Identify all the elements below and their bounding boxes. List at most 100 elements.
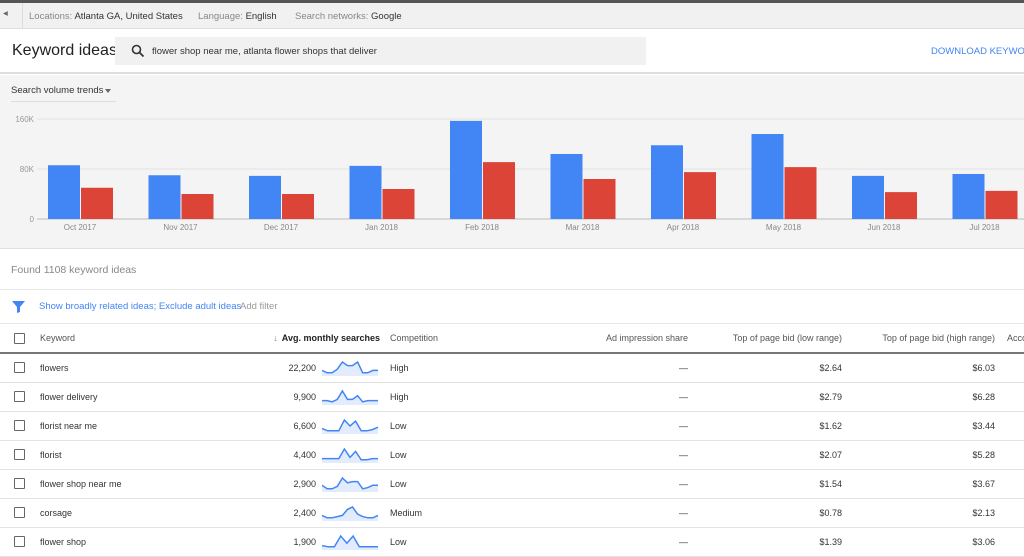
bar-series-1[interactable]: [852, 175, 884, 219]
bar-series-2[interactable]: [282, 194, 314, 219]
bar-series-2[interactable]: [81, 187, 113, 219]
row-checkbox[interactable]: [14, 536, 25, 548]
language-value: English: [245, 11, 277, 22]
col-bid-high[interactable]: Top of page bid (high range): [842, 324, 995, 354]
locations-setting[interactable]: Locations: Atlanta GA, United States: [29, 11, 183, 22]
bar-series-1[interactable]: [450, 120, 482, 219]
account-status-cell: [995, 440, 1024, 470]
bar-series-1[interactable]: [952, 174, 985, 219]
bid-high-cell: $2.13: [842, 498, 995, 528]
avg-searches-value: 2,400: [293, 507, 316, 518]
table-row[interactable]: flowers 22,200 High — $2.64 $6.03: [0, 353, 1024, 383]
results-count: Found 1108 keyword ideas: [11, 264, 137, 276]
select-all-checkbox[interactable]: [14, 332, 25, 344]
search-input[interactable]: flower shop near me, atlanta flower shop…: [115, 37, 646, 65]
table-row[interactable]: florist near me 6,600 Low — $1.62 $3.44: [0, 411, 1024, 441]
table-row[interactable]: flower delivery 9,900 High — $2.79 $6.28: [0, 382, 1024, 412]
avg-searches-value: 6,600: [293, 420, 316, 431]
bid-high-cell: $5.28: [842, 440, 995, 470]
col-ad-impression-share[interactable]: Ad impression share: [500, 324, 688, 354]
impression-share-cell: —: [500, 382, 688, 412]
avg-searches-value: 4,400: [293, 449, 316, 460]
col-account-status[interactable]: Acco: [995, 324, 1024, 354]
competition-cell: High: [380, 353, 500, 383]
competition-cell: High: [380, 382, 500, 412]
trend-type-label: Search volume trends: [11, 85, 104, 96]
table-row[interactable]: flower shop 1,900 Low — $1.39 $3.06: [0, 527, 1024, 557]
keyword-cell: florist: [40, 440, 190, 470]
x-tick-label: May 2018: [766, 223, 802, 232]
trend-type-dropdown[interactable]: Search volume trends: [11, 85, 116, 102]
x-tick-label: Jun 2018: [868, 223, 901, 232]
bar-series-1[interactable]: [48, 165, 80, 219]
bid-low-cell: $0.78: [688, 498, 842, 528]
bar-series-2[interactable]: [684, 172, 716, 219]
competition-cell: Low: [380, 469, 500, 499]
dropdown-arrow-icon: [105, 89, 111, 96]
competition-cell: Low: [380, 440, 500, 470]
x-tick-label: Apr 2018: [667, 223, 700, 232]
bar-series-2[interactable]: [483, 162, 515, 219]
trend-sparkline: [321, 534, 378, 550]
row-checkbox[interactable]: [14, 420, 25, 432]
bar-series-1[interactable]: [651, 145, 683, 219]
col-bid-low[interactable]: Top of page bid (low range): [688, 324, 842, 354]
applied-filters-link[interactable]: Show broadly related ideas; Exclude adul…: [39, 301, 241, 312]
avg-searches-value: 9,900: [293, 391, 316, 402]
avg-searches-cell: 6,600: [190, 411, 380, 441]
col-keyword[interactable]: Keyword: [40, 324, 190, 354]
row-checkbox[interactable]: [14, 362, 25, 374]
bar-chart: 0 80K 160K Oct 2017 Nov 2017 Dec 2017 Jan 2018…: [15, 115, 1024, 232]
col-avg-monthly-searches[interactable]: ↓ Avg. monthly searches: [190, 324, 380, 354]
y-tick-label: 80K: [20, 165, 35, 174]
x-tick-label: Dec 2017: [264, 223, 299, 232]
filter-icon[interactable]: [12, 300, 25, 313]
row-checkbox[interactable]: [14, 478, 25, 490]
trend-sparkline: [322, 389, 378, 405]
col-competition[interactable]: Competition: [380, 324, 500, 354]
filter-bar: Show broadly related ideas; Exclude adul…: [12, 300, 412, 314]
x-tick-label: Feb 2018: [465, 223, 499, 232]
bar-series-1[interactable]: [249, 175, 281, 219]
table-row[interactable]: corsage 2,400 Medium — $0.78 $2.13: [0, 498, 1024, 528]
search-volume-chart: 0 80K 160K Oct 2017 Nov 2017 Dec 2017 Jan 2018…: [0, 75, 1024, 249]
bar-series-2[interactable]: [885, 192, 917, 219]
sparkline-area: [322, 477, 378, 492]
bar-series-2[interactable]: [784, 167, 817, 219]
bar-series-2[interactable]: [181, 194, 214, 219]
collapse-icon[interactable]: ◂: [3, 8, 8, 19]
row-checkbox[interactable]: [14, 391, 25, 403]
row-checkbox[interactable]: [14, 449, 25, 461]
avg-searches-cell: 2,400: [190, 498, 380, 528]
bar-series-1[interactable]: [349, 165, 382, 219]
x-tick-label: Oct 2017: [64, 223, 97, 232]
trend-sparkline: [321, 505, 379, 521]
table-row[interactable]: florist 4,400 Low — $2.07 $5.28: [0, 440, 1024, 470]
sparkline-area: [322, 535, 378, 550]
bar-series-1[interactable]: [550, 154, 583, 219]
add-filter-button[interactable]: Add filter: [240, 301, 278, 312]
bar-series-1[interactable]: [148, 175, 181, 219]
sparkline-area: [322, 361, 378, 376]
sparkline-line: [322, 447, 378, 461]
bar-series-2[interactable]: [985, 190, 1018, 219]
sparkline-area: [322, 448, 378, 463]
impression-share-cell: —: [500, 353, 688, 383]
account-status-cell: [995, 498, 1024, 528]
bar-series-2[interactable]: [382, 189, 415, 219]
impression-share-cell: —: [500, 440, 688, 470]
keyword-cell: flower shop: [40, 527, 190, 557]
networks-value: Google: [371, 11, 402, 22]
bar-series-1[interactable]: [751, 134, 784, 219]
row-checkbox[interactable]: [14, 507, 25, 519]
bar-series-2[interactable]: [583, 179, 616, 219]
y-tick-label: 0: [30, 215, 35, 224]
language-setting[interactable]: Language: English: [198, 11, 277, 22]
table-row[interactable]: flower shop near me 2,900 Low — $1.54 $3…: [0, 469, 1024, 499]
impression-share-cell: —: [500, 469, 688, 499]
page-title: Keyword ideas: [12, 42, 117, 59]
networks-setting[interactable]: Search networks: Google: [295, 11, 402, 22]
download-keywords-button[interactable]: DOWNLOAD KEYWORD: [931, 46, 1024, 57]
header: Keyword ideas flower shop near me, atlan…: [0, 29, 1024, 74]
search-query[interactable]: flower shop near me, atlanta flower shop…: [152, 46, 377, 57]
